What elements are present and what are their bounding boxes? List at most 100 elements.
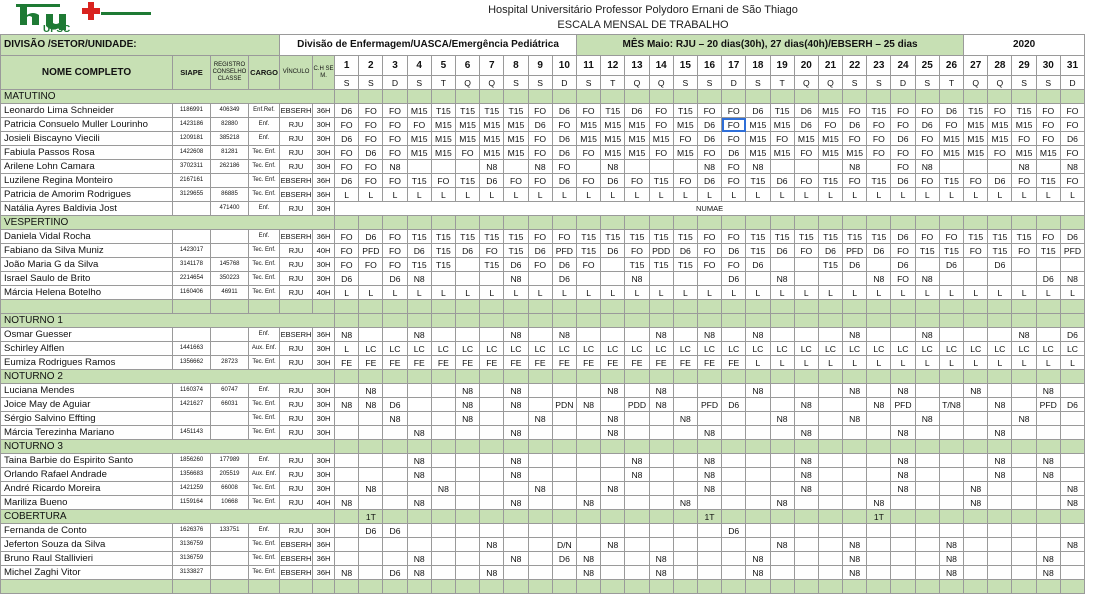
shift-cell[interactable]: T15	[914, 243, 940, 258]
registro-cell[interactable]: 46911	[210, 285, 249, 300]
shift-cell[interactable]: L	[745, 285, 771, 300]
shift-cell[interactable]: L	[721, 187, 747, 202]
shift-cell[interactable]	[963, 509, 989, 524]
shift-cell[interactable]: FO	[890, 159, 916, 174]
shift-cell[interactable]	[963, 453, 989, 468]
vinculo-cell[interactable]: RJU	[279, 159, 314, 174]
shift-cell[interactable]: D6	[454, 243, 481, 258]
shift-cell[interactable]: FO	[842, 173, 868, 188]
shift-cell[interactable]: N8	[503, 327, 529, 342]
shift-cell[interactable]	[1059, 425, 1086, 440]
shift-cell[interactable]: FO	[721, 103, 747, 118]
shift-cell[interactable]	[745, 453, 771, 468]
shift-cell[interactable]	[866, 481, 892, 496]
shift-cell[interactable]	[648, 215, 674, 230]
shift-cell[interactable]: LC	[745, 341, 771, 356]
shift-cell[interactable]: FO	[890, 271, 916, 286]
shift-cell[interactable]: FO	[793, 173, 819, 188]
shift-cell[interactable]: N8	[600, 425, 626, 440]
shift-cell[interactable]	[406, 397, 432, 412]
shift-cell[interactable]	[648, 509, 674, 524]
shift-cell[interactable]	[1059, 89, 1086, 104]
shift-cell[interactable]	[1035, 89, 1061, 104]
shift-cell[interactable]: FO	[696, 257, 723, 272]
registro-cell[interactable]	[210, 229, 249, 244]
shift-cell[interactable]: D6	[1035, 271, 1061, 286]
shift-cell[interactable]: T15	[745, 173, 771, 188]
shift-cell[interactable]	[406, 439, 432, 454]
shift-cell[interactable]	[769, 257, 795, 272]
shift-cell[interactable]: M15	[430, 131, 456, 146]
registro-cell[interactable]: 262186	[210, 159, 249, 174]
shift-cell[interactable]: FO	[1035, 117, 1061, 132]
shift-cell[interactable]: L	[1035, 285, 1061, 300]
cargo-cell[interactable]: Enf.	[247, 327, 281, 342]
shift-cell[interactable]	[769, 509, 795, 524]
shift-cell[interactable]	[358, 89, 384, 104]
shift-cell[interactable]: L	[527, 187, 553, 202]
shift-cell[interactable]	[866, 537, 892, 552]
shift-cell[interactable]	[382, 551, 408, 566]
shift-cell[interactable]	[890, 89, 916, 104]
shift-cell[interactable]: D6	[382, 397, 408, 412]
shift-cell[interactable]	[963, 271, 989, 286]
vinculo-cell[interactable]: RJU	[279, 341, 314, 356]
registro-cell[interactable]	[210, 327, 249, 342]
shift-cell[interactable]: LC	[721, 341, 747, 356]
shift-cell[interactable]	[1059, 467, 1086, 482]
shift-cell[interactable]: N8	[406, 551, 432, 566]
registro-cell[interactable]: 28723	[210, 355, 249, 370]
shift-cell[interactable]	[866, 439, 892, 454]
vinculo-cell[interactable]: RJU	[279, 523, 314, 538]
shift-cell[interactable]: FO	[914, 173, 940, 188]
staff-name[interactable]: Fabiano da Silva Muniz	[0, 243, 173, 258]
shift-cell[interactable]: FE	[430, 355, 456, 370]
shift-cell[interactable]	[648, 495, 674, 510]
shift-cell[interactable]: N8	[503, 383, 529, 398]
shift-cell[interactable]: T15	[866, 229, 892, 244]
shift-cell[interactable]	[334, 215, 360, 230]
shift-cell[interactable]: D6	[793, 103, 819, 118]
shift-cell[interactable]	[527, 495, 553, 510]
shift-cell[interactable]: N8	[503, 551, 529, 566]
shift-cell[interactable]	[672, 509, 698, 524]
shift-cell[interactable]: M15	[745, 117, 771, 132]
shift-cell[interactable]	[890, 411, 916, 426]
shift-cell[interactable]	[914, 495, 940, 510]
vinculo-cell[interactable]: RJU	[279, 411, 314, 426]
shift-cell[interactable]: LC	[406, 341, 432, 356]
shift-cell[interactable]: L	[454, 285, 481, 300]
shift-cell[interactable]: PDN	[551, 397, 578, 412]
shift-cell[interactable]: N8	[842, 159, 868, 174]
shift-cell[interactable]: FO	[575, 257, 602, 272]
shift-cell[interactable]	[793, 565, 819, 580]
shift-cell[interactable]: FO	[938, 229, 965, 244]
shift-cell[interactable]: T15	[430, 229, 456, 244]
shift-cell[interactable]: N8	[624, 271, 650, 286]
shift-cell[interactable]: N8	[575, 551, 602, 566]
registro-cell[interactable]: 177989	[210, 453, 249, 468]
shift-cell[interactable]: LC	[987, 341, 1013, 356]
shift-cell[interactable]: D6	[551, 145, 578, 160]
shift-cell[interactable]	[382, 313, 408, 328]
shift-cell[interactable]: D6	[696, 173, 723, 188]
shift-cell[interactable]: M15	[600, 117, 626, 132]
shift-cell[interactable]	[914, 425, 940, 440]
note-cell[interactable]: NUMAE	[334, 201, 1086, 216]
shift-cell[interactable]	[817, 327, 844, 342]
shift-cell[interactable]	[406, 481, 432, 496]
shift-cell[interactable]	[866, 425, 892, 440]
shift-cell[interactable]: L	[890, 355, 916, 370]
shift-cell[interactable]: M15	[479, 131, 505, 146]
shift-cell[interactable]: N8	[745, 383, 771, 398]
shift-cell[interactable]	[430, 467, 456, 482]
shift-cell[interactable]: M15	[963, 117, 989, 132]
shift-cell[interactable]	[938, 425, 965, 440]
shift-cell[interactable]	[890, 495, 916, 510]
shift-cell[interactable]	[672, 439, 698, 454]
shift-cell[interactable]: D6	[745, 103, 771, 118]
shift-cell[interactable]	[551, 509, 578, 524]
shift-cell[interactable]: D6	[551, 173, 578, 188]
shift-cell[interactable]	[551, 215, 578, 230]
registro-cell[interactable]	[210, 243, 249, 258]
